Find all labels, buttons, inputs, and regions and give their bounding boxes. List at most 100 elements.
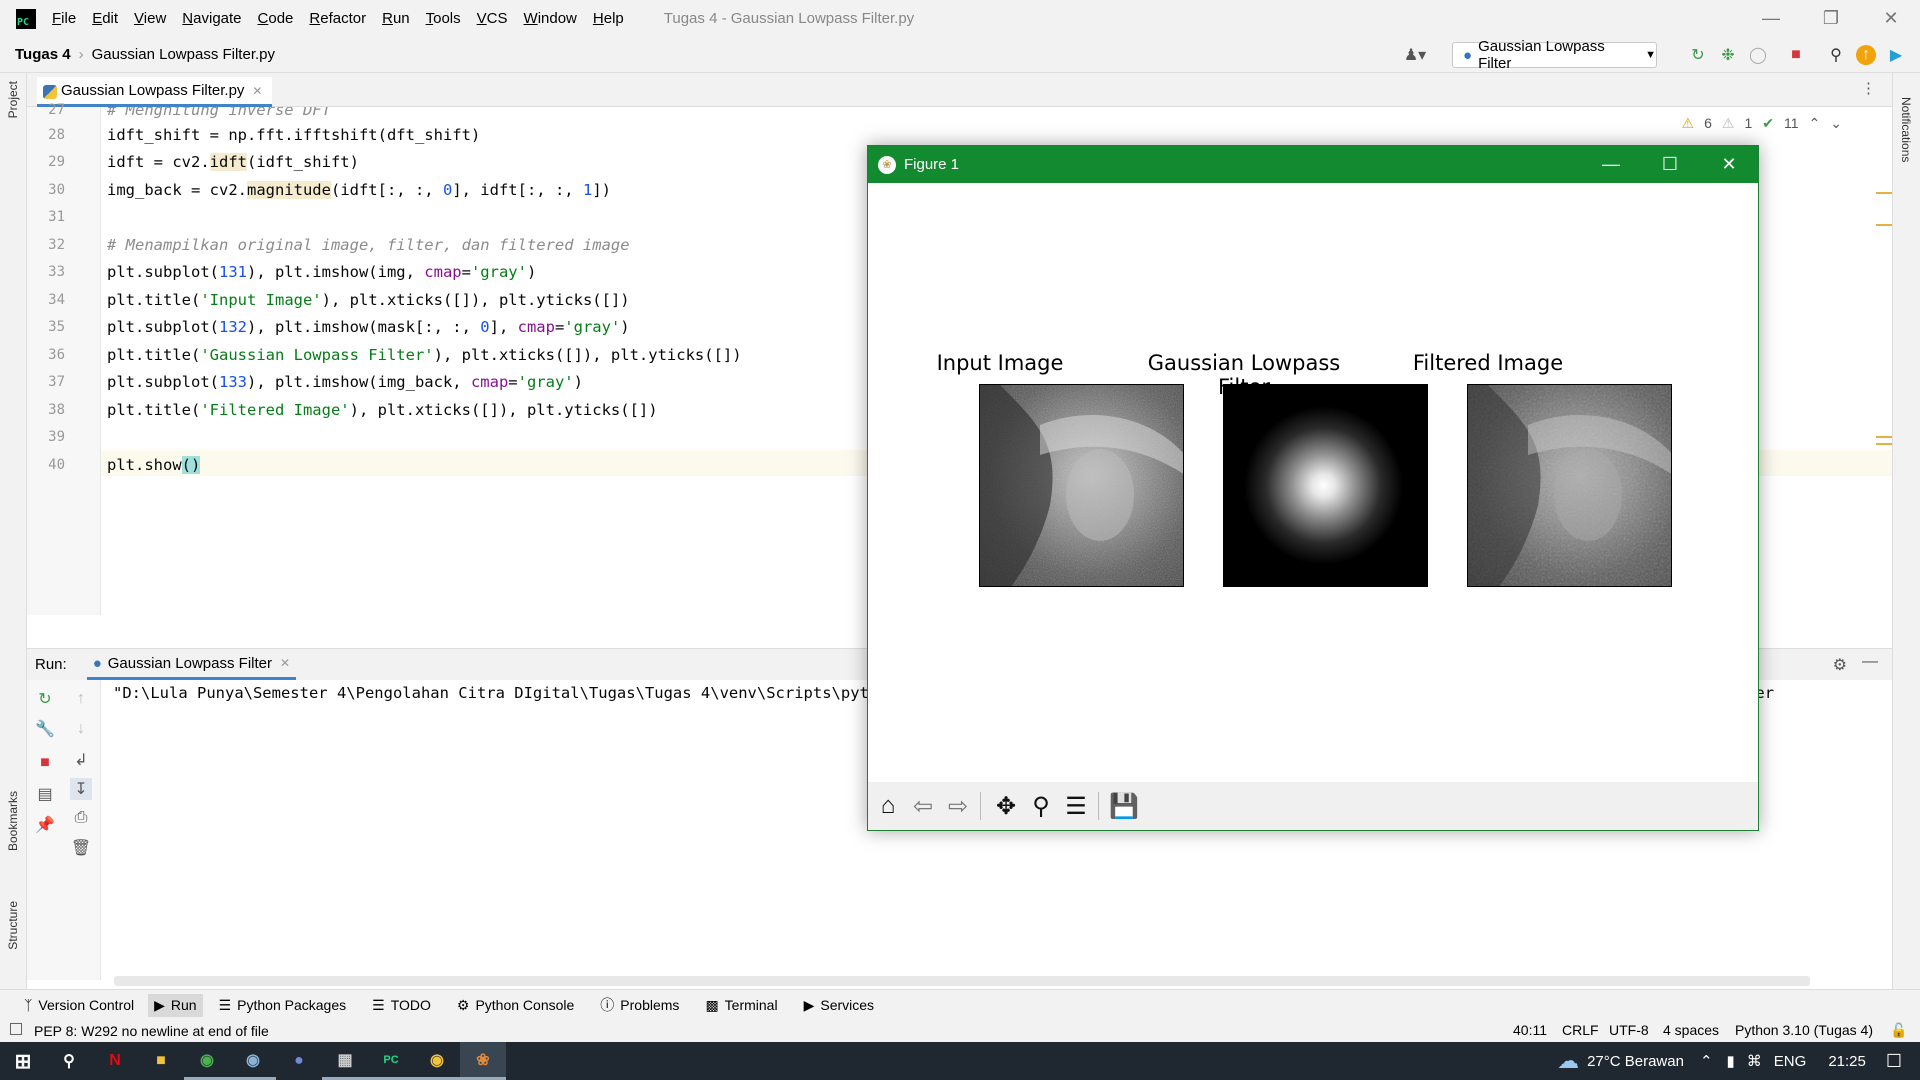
taskbar-python[interactable]: ◉: [414, 1042, 460, 1080]
scrollbar-marker[interactable]: [1876, 224, 1892, 226]
figure-minimize-button[interactable]: —: [1582, 146, 1640, 183]
tab-gaussian-lowpass-filter[interactable]: Gaussian Lowpass Filter.py ✕: [37, 77, 273, 107]
chevron-up-icon[interactable]: ⌃: [1700, 1052, 1713, 1070]
weather-text[interactable]: 27°C Berawan: [1587, 1053, 1684, 1070]
taskbar-file-explorer[interactable]: ■: [138, 1042, 184, 1080]
zoom-icon[interactable]: ⚲: [1025, 790, 1057, 822]
notifications-tool-label[interactable]: Notifications: [1899, 97, 1913, 162]
file-encoding[interactable]: UTF-8: [1609, 1022, 1649, 1038]
taskbar-pycharm[interactable]: PC: [368, 1042, 414, 1080]
breadcrumb-project[interactable]: Tugas 4: [15, 46, 71, 63]
arrow-down-icon[interactable]: ↓: [70, 718, 92, 740]
stop-icon[interactable]: ■: [1786, 45, 1806, 65]
start-button[interactable]: ⊞: [0, 1042, 46, 1080]
project-tool-label[interactable]: Project: [6, 81, 20, 118]
layout-icon[interactable]: ▤: [34, 783, 56, 805]
menu-view[interactable]: View: [134, 10, 166, 27]
bookmarks-tool-label[interactable]: Bookmarks: [6, 791, 20, 851]
back-icon[interactable]: ⇦: [907, 790, 939, 822]
scrollbar-marker[interactable]: [1876, 436, 1892, 438]
tool-run[interactable]: ▶ Run: [148, 993, 203, 1017]
wrench-icon[interactable]: 🔧: [34, 718, 56, 740]
search-button[interactable]: ⚲: [46, 1042, 92, 1080]
wifi-icon[interactable]: ⌘: [1747, 1052, 1762, 1070]
run-configuration-select[interactable]: ● Gaussian Lowpass Filter ▼: [1452, 38, 1657, 72]
breadcrumb-file[interactable]: Gaussian Lowpass Filter.py: [92, 46, 275, 63]
structure-tool-label[interactable]: Structure: [6, 901, 20, 950]
menu-edit[interactable]: Edit: [92, 10, 118, 27]
indent-setting[interactable]: 4 spaces: [1663, 1022, 1719, 1038]
menu-code[interactable]: Code: [258, 10, 294, 27]
figure-close-button[interactable]: ✕: [1700, 146, 1758, 183]
rerun-icon[interactable]: ↻: [34, 688, 56, 710]
soft-wrap-icon[interactable]: ↲: [70, 749, 92, 771]
tool-python-console[interactable]: ⚙ Python Console: [451, 994, 580, 1017]
scrollbar-marker[interactable]: [1876, 192, 1892, 194]
python-interpreter[interactable]: Python 3.10 (Tugas 4): [1735, 1022, 1873, 1038]
forward-icon[interactable]: ⇨: [942, 790, 974, 822]
scroll-to-end-icon[interactable]: ↧: [70, 778, 92, 800]
pan-icon[interactable]: ✥: [990, 790, 1022, 822]
scrollbar-marker[interactable]: [1876, 443, 1892, 445]
pin-icon[interactable]: 📌: [34, 814, 56, 836]
menu-refactor[interactable]: Refactor: [309, 10, 366, 27]
run-tab[interactable]: ● Gaussian Lowpass Filter ✕: [86, 650, 297, 680]
tool-services[interactable]: ▶ Services: [798, 994, 880, 1017]
tool-todo[interactable]: ☰ TODO: [366, 994, 437, 1017]
print-icon[interactable]: ⎙: [70, 807, 92, 829]
minimize-button[interactable]: —: [1741, 0, 1801, 37]
menu-window[interactable]: Window: [524, 10, 577, 27]
menu-help[interactable]: Help: [593, 10, 624, 27]
taskbar-steam[interactable]: ◉: [230, 1042, 276, 1080]
inspection-widget[interactable]: ⚠ 6 ⚠ 1 ✔ 11 ⌃ ⌄: [1682, 115, 1842, 132]
hide-panel-icon[interactable]: —: [1862, 653, 1878, 671]
tool-terminal[interactable]: ▩ Terminal: [699, 994, 783, 1017]
menu-vcs[interactable]: VCS: [477, 10, 508, 27]
settings-icon[interactable]: ⚙: [1833, 655, 1847, 675]
horizontal-scrollbar[interactable]: [114, 976, 1810, 986]
tool-python-packages[interactable]: ☰ Python Packages: [213, 994, 353, 1017]
figure-title-bar[interactable]: ❀ Figure 1 — ☐ ✕: [868, 146, 1758, 183]
figure-maximize-button[interactable]: ☐: [1641, 146, 1699, 183]
notification-center-icon[interactable]: ☐: [1886, 1051, 1902, 1072]
stop-icon[interactable]: ■: [34, 752, 56, 774]
figure-window[interactable]: ❀ Figure 1 — ☐ ✕ Input Image Gaussian Lo…: [867, 145, 1759, 831]
jetbrains-ai-icon[interactable]: ▶: [1886, 45, 1906, 65]
battery-icon[interactable]: ▮: [1727, 1052, 1735, 1070]
menu-file[interactable]: File: [52, 10, 76, 27]
tool-version-control[interactable]: ᛉ Version Control: [18, 994, 140, 1016]
debug-icon[interactable]: ❉: [1718, 45, 1738, 65]
close-tab-icon[interactable]: ✕: [252, 84, 262, 98]
taskbar-matplotlib[interactable]: ❀: [460, 1042, 506, 1080]
menu-tools[interactable]: Tools: [426, 10, 461, 27]
caret-position[interactable]: 40:11: [1513, 1022, 1547, 1038]
close-window-button[interactable]: ✕: [1861, 0, 1920, 37]
menu-navigate[interactable]: Navigate: [182, 10, 241, 27]
configure-subplots-icon[interactable]: ☰: [1060, 790, 1092, 822]
taskbar-netflix[interactable]: N: [92, 1042, 138, 1080]
close-tab-icon[interactable]: ✕: [280, 656, 290, 670]
search-icon[interactable]: ⚲: [1826, 45, 1846, 65]
weather-icon[interactable]: ☁: [1557, 1048, 1579, 1074]
update-icon[interactable]: ↑: [1856, 45, 1876, 65]
home-icon[interactable]: ⌂: [872, 790, 904, 822]
taskbar-chrome[interactable]: ◉: [184, 1042, 230, 1080]
clock[interactable]: 21:25: [1828, 1053, 1866, 1070]
more-options-icon[interactable]: ⋮: [1861, 79, 1876, 97]
user-icon[interactable]: ♟▾: [1400, 45, 1430, 65]
chevron-down-icon[interactable]: ⌄: [1830, 115, 1842, 132]
line-separator[interactable]: CRLF: [1562, 1022, 1599, 1038]
chevron-up-icon[interactable]: ⌃: [1809, 115, 1821, 132]
arrow-up-icon[interactable]: ↑: [70, 688, 92, 710]
save-icon[interactable]: 💾: [1108, 790, 1140, 822]
trash-icon[interactable]: 🗑: [70, 837, 92, 859]
tool-problems[interactable]: ⓘ Problems: [594, 992, 685, 1018]
status-toggle-icon[interactable]: [10, 1023, 22, 1035]
taskbar-discord[interactable]: ●: [276, 1042, 322, 1080]
restore-button[interactable]: ❐: [1801, 0, 1861, 37]
lock-icon[interactable]: 🔓: [1890, 1022, 1907, 1039]
coverage-icon[interactable]: ◯: [1748, 45, 1768, 65]
taskbar-calculator[interactable]: ▦: [322, 1042, 368, 1080]
rerun-icon[interactable]: ↻: [1688, 45, 1708, 65]
input-language[interactable]: ENG: [1774, 1053, 1807, 1070]
